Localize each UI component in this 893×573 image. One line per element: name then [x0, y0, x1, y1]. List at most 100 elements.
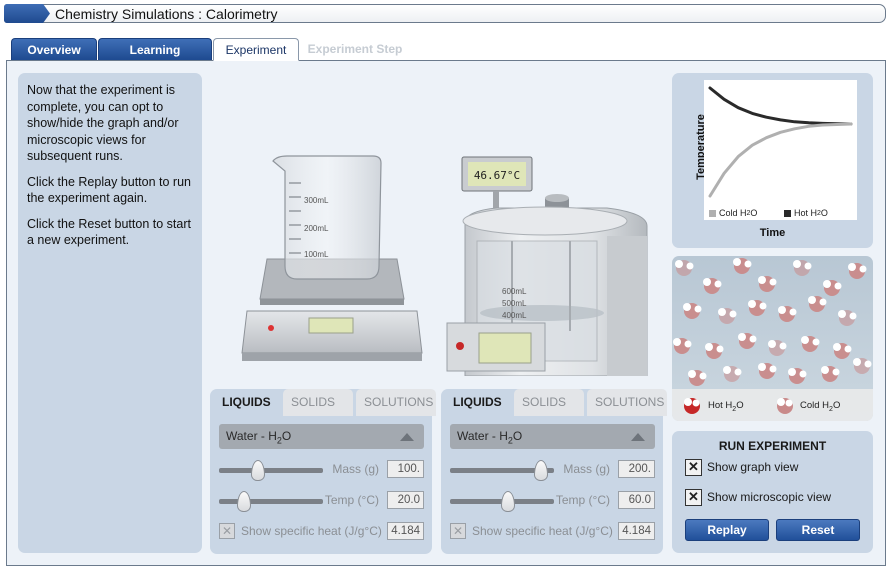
- tab-overview[interactable]: Overview: [11, 38, 97, 60]
- calorimeter-mark: 500mL: [502, 299, 527, 308]
- temp-row: Temp (°C) 20.0: [219, 491, 424, 512]
- show-graph-checkbox[interactable]: ✕: [685, 458, 702, 476]
- water-molecule: [808, 296, 827, 312]
- water-molecule: [821, 366, 840, 382]
- beaker-mark: 300mL: [304, 196, 329, 205]
- legend-cold: Cold H2O: [709, 208, 757, 218]
- water-molecule: [738, 333, 757, 349]
- series-line-cold: [708, 122, 853, 198]
- water-molecule: [705, 343, 724, 359]
- temperature-chart: [708, 86, 853, 198]
- tab-solutions[interactable]: SOLUTIONS: [587, 389, 667, 416]
- tab-liquids[interactable]: LIQUIDS: [214, 389, 280, 416]
- water-molecule: [853, 358, 872, 374]
- cold-molecule-icon: [777, 398, 793, 414]
- tab-solutions[interactable]: SOLUTIONS: [356, 389, 436, 416]
- water-molecule: [758, 363, 777, 379]
- temp-value[interactable]: 20.0: [387, 491, 424, 509]
- substance-name: Water - H: [226, 429, 277, 443]
- show-graph-option[interactable]: ✕ Show graph view: [685, 458, 798, 476]
- cold-molecule-label: Cold H2O: [800, 400, 841, 413]
- tab-experiment[interactable]: Experiment: [213, 38, 299, 61]
- substance-tabs: LIQUIDS SOLIDS SOLUTIONS: [445, 389, 670, 416]
- water-molecule: [703, 278, 722, 294]
- substance-tabs: LIQUIDS SOLIDS SOLUTIONS: [214, 389, 439, 416]
- show-graph-label: Show graph view: [707, 460, 799, 474]
- replay-button[interactable]: Replay: [685, 519, 769, 541]
- mass-label: Mass (g): [563, 462, 610, 476]
- water-molecule: [718, 308, 737, 324]
- molecule-legend: Hot H2O Cold H2O: [672, 389, 873, 421]
- water-molecule: [833, 343, 852, 359]
- show-microscopic-option[interactable]: ✕ Show microscopic view: [685, 488, 831, 506]
- hot-molecule-icon: [684, 398, 700, 414]
- substance-dropdown[interactable]: Water - H2O: [450, 424, 655, 449]
- mass-value[interactable]: 200.: [618, 460, 655, 478]
- tab-solids[interactable]: SOLIDS: [514, 389, 584, 416]
- specific-heat-label: Show specific heat (J/g°C): [472, 524, 613, 538]
- temp-slider[interactable]: [219, 491, 323, 512]
- legend-label: Cold H: [719, 208, 747, 218]
- specific-heat-row: ✕ Show specific heat (J/g°C) 4.184: [219, 522, 424, 542]
- lab-stage: 300mL 200mL 100mL 46.67°C 600mL 500mL 40…: [241, 155, 648, 376]
- microscopic-view: Hot H2O Cold H2O: [672, 256, 873, 421]
- mass-row: Mass (g) 100.: [219, 460, 424, 481]
- beaker-mark: 100mL: [304, 250, 329, 259]
- tab-solids[interactable]: SOLIDS: [283, 389, 353, 416]
- run-experiment-title: RUN EXPERIMENT: [718, 439, 827, 453]
- tab-learning-outcomes[interactable]: Learning Outcomes: [98, 38, 212, 79]
- specific-heat-value: 4.184: [618, 522, 655, 540]
- tab-bar: Overview Learning Outcomes Experiment Ex…: [11, 38, 411, 79]
- substance-tail: O: [512, 429, 523, 443]
- instruction-text: Click the Reset button to start a new ex…: [27, 216, 191, 248]
- substance-name: Water - H: [457, 429, 508, 443]
- substance-dropdown[interactable]: Water - H2O: [219, 424, 424, 449]
- reset-button[interactable]: Reset: [776, 519, 860, 541]
- mass-slider-thumb[interactable]: [250, 460, 265, 481]
- water-molecule: [801, 336, 820, 352]
- mass-label: Mass (g): [332, 462, 379, 476]
- temp-slider-thumb[interactable]: [237, 491, 251, 512]
- legend-swatch-cold: [709, 209, 716, 217]
- legend-hot: Hot H2O: [784, 208, 828, 218]
- temp-slider[interactable]: [450, 491, 554, 512]
- water-molecule: [733, 258, 752, 274]
- liquid-panel-1: LIQUIDS SOLIDS SOLUTIONS Water - H2O Mas…: [210, 389, 436, 554]
- mass-slider[interactable]: [219, 460, 323, 481]
- water-molecule: [848, 263, 867, 279]
- temp-label: Temp (°C): [324, 493, 379, 507]
- specific-heat-value: 4.184: [387, 522, 424, 540]
- show-microscopic-checkbox[interactable]: ✕: [685, 488, 702, 506]
- run-experiment-panel: RUN EXPERIMENT ✕ Show graph view ✕ Show …: [672, 431, 873, 553]
- legend-label: Hot H: [794, 208, 818, 218]
- specific-heat-checkbox[interactable]: ✕: [219, 523, 235, 539]
- hot-molecule-label: Hot H2O: [708, 400, 744, 413]
- caret-up-icon: [400, 433, 414, 441]
- mass-slider-thumb[interactable]: [533, 460, 548, 481]
- temp-slider-thumb[interactable]: [501, 491, 516, 512]
- calorimeter: 46.67°C 600mL 500mL 400mL 300mL 200mL 10…: [446, 156, 648, 376]
- water-molecule: [793, 260, 812, 276]
- substance-tail: O: [281, 429, 292, 443]
- instruction-text: Now that the experiment is complete, you…: [27, 83, 179, 163]
- legend-tail: O: [750, 208, 758, 218]
- water-molecule: [748, 300, 767, 316]
- water-molecule: [675, 260, 694, 276]
- calorimeter-mark: 600mL: [502, 287, 527, 296]
- temp-row: Temp (°C) 60.0: [450, 491, 655, 512]
- graph-area: Cold H2O Hot H2O: [704, 80, 857, 220]
- mass-value[interactable]: 100.: [387, 460, 424, 478]
- mass-slider[interactable]: [450, 460, 554, 481]
- water-molecule: [688, 370, 707, 386]
- legend-swatch-hot: [784, 209, 791, 217]
- water-molecule: [723, 366, 742, 382]
- thermometer-reading: 46.67°C: [474, 169, 520, 182]
- temp-value[interactable]: 60.0: [618, 491, 655, 509]
- tab-liquids[interactable]: LIQUIDS: [445, 389, 511, 416]
- specific-heat-checkbox[interactable]: ✕: [450, 523, 466, 539]
- water-molecule: [838, 310, 857, 326]
- water-molecule: [788, 368, 807, 384]
- specific-heat-label: Show specific heat (J/g°C): [241, 524, 382, 538]
- water-molecule: [823, 280, 842, 296]
- water-molecule: [758, 276, 777, 292]
